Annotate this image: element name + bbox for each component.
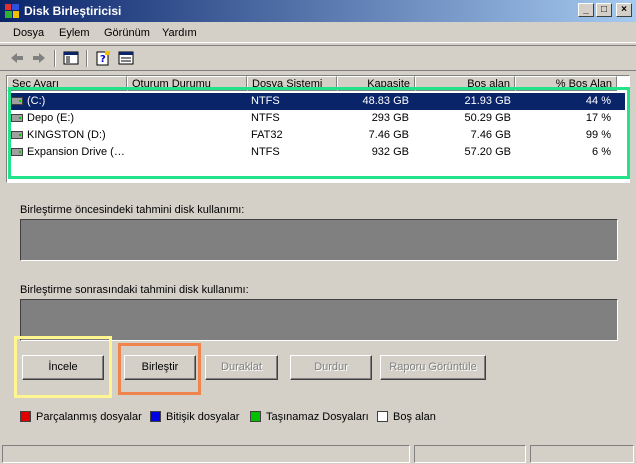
volume-name: KINGSTON (D:) [27,129,106,141]
menu-gorunum[interactable]: Görünüm [104,27,150,39]
column-header-capacity[interactable]: Kapasite [337,76,415,91]
before-usage-label: Birleştirme öncesindeki tahmini disk kul… [20,204,245,216]
toolbar-separator [54,50,56,67]
list-header: Seç Ayarı Oturum Durumu Dosya Sistemi Ka… [7,76,629,91]
before-usage-bar [20,219,618,261]
hard-drive-icon [11,131,23,139]
legend-free-space: Boş alan [377,411,436,425]
status-pane-main [2,445,410,463]
volume-name: (C:) [27,95,46,107]
column-header-session[interactable]: Oturum Durumu [127,76,247,91]
back-arrow-icon[interactable] [8,50,26,66]
legend-unmovable: Taşınamaz Dosyaları [250,411,369,425]
status-pane-2 [414,445,526,463]
volume-list: Seç Ayarı Oturum Durumu Dosya Sistemi Ka… [6,75,630,183]
status-bar [0,443,636,464]
analyze-button[interactable]: İncele [22,355,104,380]
volume-capacity: 48.83 GB [362,95,409,107]
volume-row-expansion[interactable]: Expansion Drive (… NTFS 932 GB 57.20 GB … [9,144,625,161]
column-header-pct-free[interactable]: % Boş Alan [515,76,617,91]
show-hide-tree-icon[interactable] [62,50,80,66]
hard-drive-icon [11,97,23,105]
close-button[interactable]: × [616,3,632,17]
contiguous-swatch [150,411,161,422]
column-header-free[interactable]: Boş alan [415,76,515,91]
volume-free: 21.93 GB [464,95,511,107]
column-header-volume[interactable]: Seç Ayarı [7,76,127,91]
unmovable-swatch [250,411,261,422]
menu-yardim[interactable]: Yardım [162,27,197,39]
defragment-button[interactable]: Birleştir [124,355,196,380]
volume-free: 7.46 GB [470,129,511,141]
defrag-app-icon [5,4,19,18]
status-pane-3 [530,445,634,463]
volume-capacity: 932 GB [371,146,409,158]
volume-free: 50.29 GB [464,112,511,124]
title-bar: Disk Birleştiricisi _ □ × [0,0,636,22]
view-report-button[interactable]: Raporu Görüntüle [380,355,486,380]
volume-free: 57.20 GB [464,146,511,158]
hard-drive-icon [11,114,23,122]
svg-text:?: ? [100,54,106,65]
legend-contiguous: Bitişik dosyalar [150,411,239,425]
forward-arrow-icon[interactable] [30,50,48,66]
volume-pct-free: 99 % [585,129,611,141]
after-usage-bar [20,299,618,341]
column-header-filesystem[interactable]: Dosya Sistemi [247,76,337,91]
volume-name: Depo (E:) [27,112,75,124]
menu-bar: Dosya Eylem Görünüm Yardım [0,23,636,43]
volume-pct-free: 17 % [585,112,611,124]
legend-fragmented: Parçalanmış dosyalar [20,411,142,425]
menu-eylem[interactable]: Eylem [59,27,90,39]
toolbar: ? [0,45,636,71]
after-usage-label: Birleştirme sonrasındaki tahmini disk ku… [20,284,249,296]
volume-filesystem: FAT32 [251,129,283,141]
volume-name: Expansion Drive (… [27,146,125,158]
volume-row-c[interactable]: (C:) NTFS 48.83 GB 21.93 GB 44 % [9,93,625,110]
volume-pct-free: 6 % [592,146,611,158]
toolbar-separator [86,50,88,67]
volume-filesystem: NTFS [251,95,280,107]
volume-capacity: 293 GB [371,112,409,124]
volume-pct-free: 44 % [585,95,611,107]
free-space-swatch [377,411,388,422]
minimize-button[interactable]: _ [578,3,594,17]
volume-row-d[interactable]: KINGSTON (D:) FAT32 7.46 GB 7.46 GB 99 % [9,127,625,144]
fragmented-swatch [20,411,31,422]
stop-button[interactable]: Durdur [290,355,372,380]
pause-button[interactable]: Duraklat [205,355,278,380]
window-title: Disk Birleştiricisi [24,4,122,18]
menu-dosya[interactable]: Dosya [13,27,44,39]
properties-icon[interactable] [117,50,135,66]
help-icon[interactable]: ? [94,50,112,66]
volume-filesystem: NTFS [251,146,280,158]
volume-filesystem: NTFS [251,112,280,124]
volume-row-e[interactable]: Depo (E:) NTFS 293 GB 50.29 GB 17 % [9,110,625,127]
hard-drive-icon [11,148,23,156]
maximize-button[interactable]: □ [596,3,612,17]
volume-capacity: 7.46 GB [368,129,409,141]
